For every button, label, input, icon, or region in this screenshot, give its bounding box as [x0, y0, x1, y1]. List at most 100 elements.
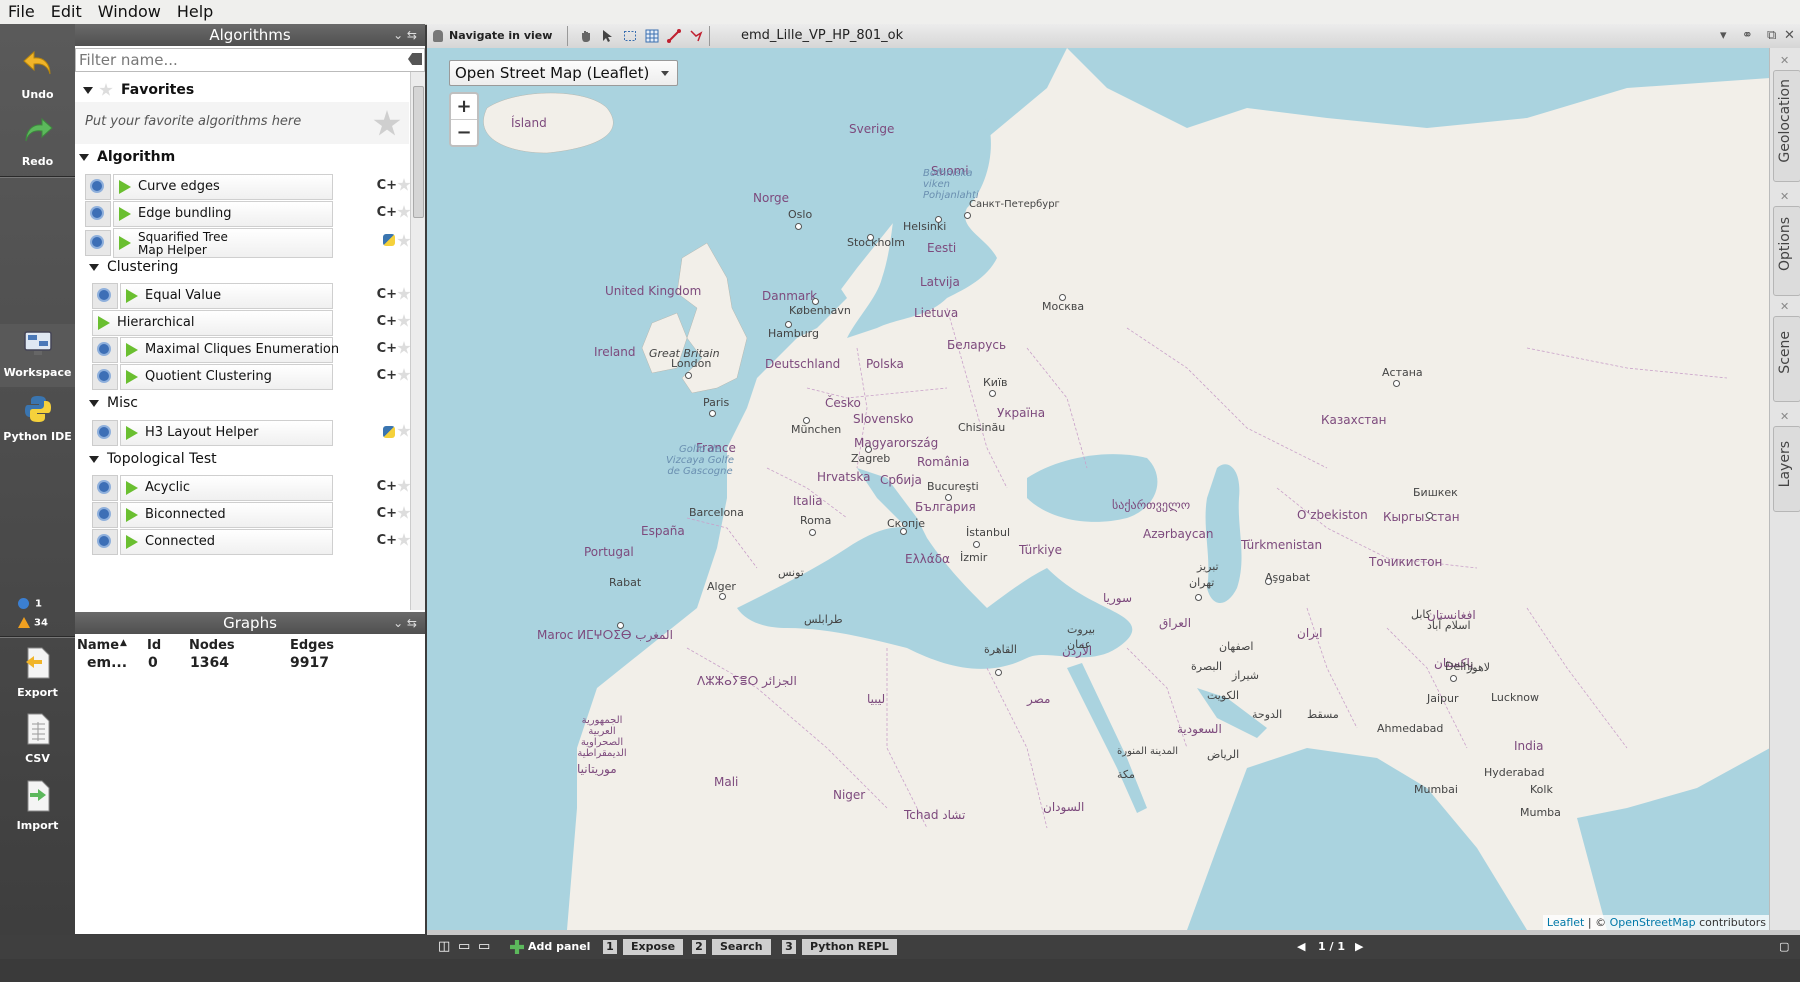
city-marker — [989, 390, 996, 397]
category-algorithm[interactable]: Algorithm — [79, 149, 175, 165]
search-button[interactable]: 2 Search — [692, 939, 771, 955]
workspace-button[interactable]: Workspace — [0, 324, 75, 387]
run-curve-edges-button[interactable]: Curve edges — [113, 174, 333, 200]
close-icon[interactable]: ✕ — [1780, 300, 1789, 313]
export-button[interactable]: Export — [0, 646, 75, 699]
settings-gear-icon[interactable] — [92, 364, 118, 390]
favorites-category[interactable]: Favorites — [83, 82, 194, 98]
single-panel-layout-icon[interactable]: ◫ — [438, 939, 450, 955]
dropdown-arrow-icon[interactable]: ▾ — [1720, 28, 1727, 43]
favorite-star-icon[interactable] — [397, 533, 411, 546]
run-connected-button[interactable]: Connected — [120, 529, 333, 555]
menu-window[interactable]: Window — [90, 0, 169, 22]
fullscreen-icon[interactable]: ▢ — [1779, 939, 1789, 955]
tab-layers[interactable]: Layers — [1773, 426, 1800, 512]
tab-options[interactable]: Options — [1773, 206, 1800, 296]
menu-edit[interactable]: Edit — [43, 0, 90, 22]
add-panel-button[interactable]: Add panel — [510, 939, 590, 955]
close-icon[interactable]: ✕ — [1780, 190, 1789, 203]
favorite-star-icon[interactable] — [397, 287, 411, 300]
maximize-icon[interactable]: ⧉ — [1767, 28, 1776, 43]
favorite-star-icon[interactable] — [397, 234, 411, 247]
select-cursor-icon[interactable] — [601, 29, 615, 43]
close-icon[interactable]: ✕ — [1780, 410, 1789, 423]
info-indicator[interactable]: 1 — [18, 598, 42, 610]
settings-gear-icon[interactable] — [92, 420, 118, 446]
settings-gear-icon[interactable] — [85, 174, 111, 200]
grid-layout-icon[interactable]: ▭ — [478, 939, 490, 955]
column-header-name[interactable]: Name — [77, 638, 119, 653]
geographic-map[interactable]: Ísland Sverige Suomi Norge Eesti Latvija… — [427, 48, 1770, 930]
grid-select-icon[interactable] — [645, 29, 659, 43]
redo-button[interactable]: Redo — [0, 113, 75, 168]
run-h3-layout-helper-button[interactable]: H3 Layout Helper — [120, 420, 333, 446]
clear-icon[interactable] — [408, 53, 422, 65]
run-maximal-cliques-button[interactable]: Maximal Cliques Enumeration — [120, 337, 339, 363]
settings-gear-icon[interactable] — [92, 502, 118, 528]
scrollbar-thumb[interactable] — [413, 86, 424, 218]
previous-page-icon[interactable]: ◀ — [1297, 939, 1305, 955]
edge-select-icon[interactable] — [667, 29, 681, 43]
run-hierarchical-button[interactable]: Hierarchical — [92, 310, 333, 336]
filter-input[interactable]: Filter name... — [75, 48, 425, 72]
favorites-dropzone[interactable]: Put your favorite algorithms here — [75, 102, 409, 144]
algorithm-scrollbar[interactable] — [410, 72, 425, 610]
openstreetmap-link[interactable]: OpenStreetMap — [1610, 916, 1696, 929]
category-clustering[interactable]: Clustering — [89, 259, 178, 275]
favorite-star-icon[interactable] — [397, 314, 411, 327]
run-acyclic-button[interactable]: Acyclic — [120, 475, 333, 501]
csv-button[interactable]: CSV — [0, 712, 75, 765]
column-header-nodes[interactable]: Nodes — [189, 638, 235, 653]
path-select-icon[interactable] — [689, 29, 703, 43]
pan-hand-icon[interactable] — [579, 29, 593, 43]
link-icon[interactable]: ⚭ — [1742, 28, 1753, 43]
navigate-in-view-button[interactable]: Navigate in view — [431, 26, 552, 46]
favorite-star-icon[interactable] — [397, 178, 411, 191]
warning-indicator[interactable]: 34 — [18, 617, 48, 629]
menu-help[interactable]: Help — [169, 0, 221, 22]
zoom-out-button[interactable]: − — [451, 120, 477, 145]
favorite-star-icon[interactable] — [397, 341, 411, 354]
favorite-star-icon[interactable] — [397, 424, 411, 437]
workspace-view: Navigate in view emd_Lille_VP_HP_801_ok … — [427, 24, 1800, 935]
settings-gear-icon[interactable] — [92, 475, 118, 501]
map-label-city: تونس — [778, 566, 804, 579]
close-icon[interactable]: ✕ — [1780, 54, 1789, 67]
settings-gear-icon[interactable] — [92, 283, 118, 309]
leaflet-link[interactable]: Leaflet — [1547, 916, 1584, 929]
split-layout-icon[interactable]: ▭ — [458, 939, 470, 955]
basemap-select[interactable]: Open Street Map (Leaflet) — [449, 60, 679, 86]
favorite-star-icon[interactable] — [397, 205, 411, 218]
undo-button[interactable]: Undo — [0, 46, 75, 101]
python-ide-button[interactable]: Python IDE — [0, 394, 75, 443]
next-page-icon[interactable]: ▶ — [1355, 939, 1363, 955]
settings-gear-icon[interactable] — [85, 201, 111, 227]
panel-controls[interactable]: ⌄ ⇆ — [393, 612, 417, 634]
tab-scene[interactable]: Scene — [1773, 316, 1800, 402]
close-icon[interactable]: ✕ — [1784, 28, 1795, 43]
run-equal-value-button[interactable]: Equal Value — [120, 283, 333, 309]
zoom-in-button[interactable]: + — [451, 94, 477, 120]
favorite-star-icon[interactable] — [397, 479, 411, 492]
category-topological-test[interactable]: Topological Test — [89, 451, 217, 467]
category-misc[interactable]: Misc — [89, 395, 138, 411]
city-marker — [617, 622, 624, 629]
favorite-star-icon[interactable] — [397, 506, 411, 519]
import-button[interactable]: Import — [0, 779, 75, 832]
favorite-star-icon[interactable] — [397, 368, 411, 381]
rectangle-select-icon[interactable] — [623, 29, 637, 43]
python-repl-button[interactable]: 3 Python REPL — [782, 939, 897, 955]
run-edge-bundling-button[interactable]: Edge bundling — [113, 201, 333, 227]
settings-gear-icon[interactable] — [85, 230, 111, 256]
column-header-id[interactable]: Id — [147, 638, 161, 653]
tab-geolocation[interactable]: Geolocation — [1773, 70, 1800, 182]
run-quotient-clustering-button[interactable]: Quotient Clustering — [120, 364, 333, 390]
settings-gear-icon[interactable] — [92, 529, 118, 555]
run-squarified-tree-map-helper-button[interactable]: Squarified Tree Map Helper — [113, 228, 333, 258]
expose-button[interactable]: 1 Expose — [603, 939, 684, 955]
menu-file[interactable]: File — [0, 0, 43, 22]
run-biconnected-button[interactable]: Biconnected — [120, 502, 333, 528]
column-header-edges[interactable]: Edges — [290, 638, 334, 653]
panel-controls[interactable]: ⌄ ⇆ — [393, 24, 417, 46]
settings-gear-icon[interactable] — [92, 337, 118, 363]
